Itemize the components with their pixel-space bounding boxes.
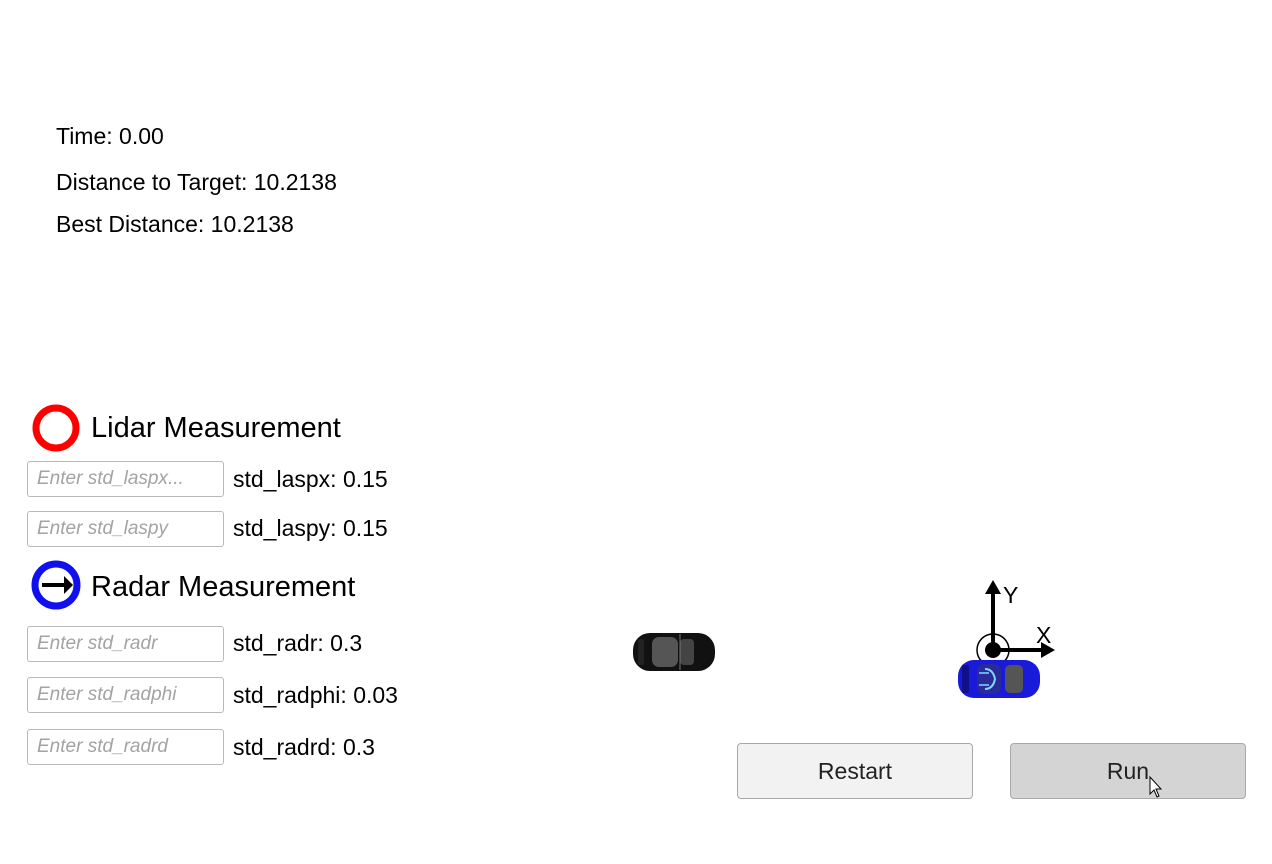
std-radphi-input[interactable] — [27, 677, 224, 713]
distance-readout: Distance to Target: 10.2138 — [56, 169, 337, 195]
run-button[interactable]: Run — [1010, 743, 1246, 799]
lidar-section-title: Lidar Measurement — [91, 412, 341, 444]
std-laspx-label: std_laspx: 0.15 — [233, 466, 388, 492]
std-laspy-input[interactable] — [27, 511, 224, 547]
restart-button[interactable]: Restart — [737, 743, 973, 799]
std-radr-label: std_radr: 0.3 — [233, 630, 363, 656]
std-radphi-label: std_radphi: 0.03 — [233, 682, 398, 708]
mouse-cursor-icon — [1149, 775, 1165, 800]
std-laspx-input[interactable] — [27, 461, 224, 497]
target-car-icon — [630, 630, 718, 674]
std-radrd-input[interactable] — [27, 729, 224, 765]
time-readout: Time: 0.00 — [56, 123, 164, 149]
x-axis-label: X — [1036, 622, 1052, 648]
y-axis-label: Y — [1003, 582, 1019, 608]
best-distance-readout: Best Distance: 10.2138 — [56, 211, 294, 237]
ego-car-icon — [955, 657, 1043, 701]
std-radr-input[interactable] — [27, 626, 224, 662]
lidar-legend-icon — [31, 403, 81, 453]
radar-section-title: Radar Measurement — [91, 571, 356, 603]
std-radrd-label: std_radrd: 0.3 — [233, 734, 375, 760]
radar-legend-icon — [31, 560, 81, 610]
std-laspy-label: std_laspy: 0.15 — [233, 515, 388, 541]
